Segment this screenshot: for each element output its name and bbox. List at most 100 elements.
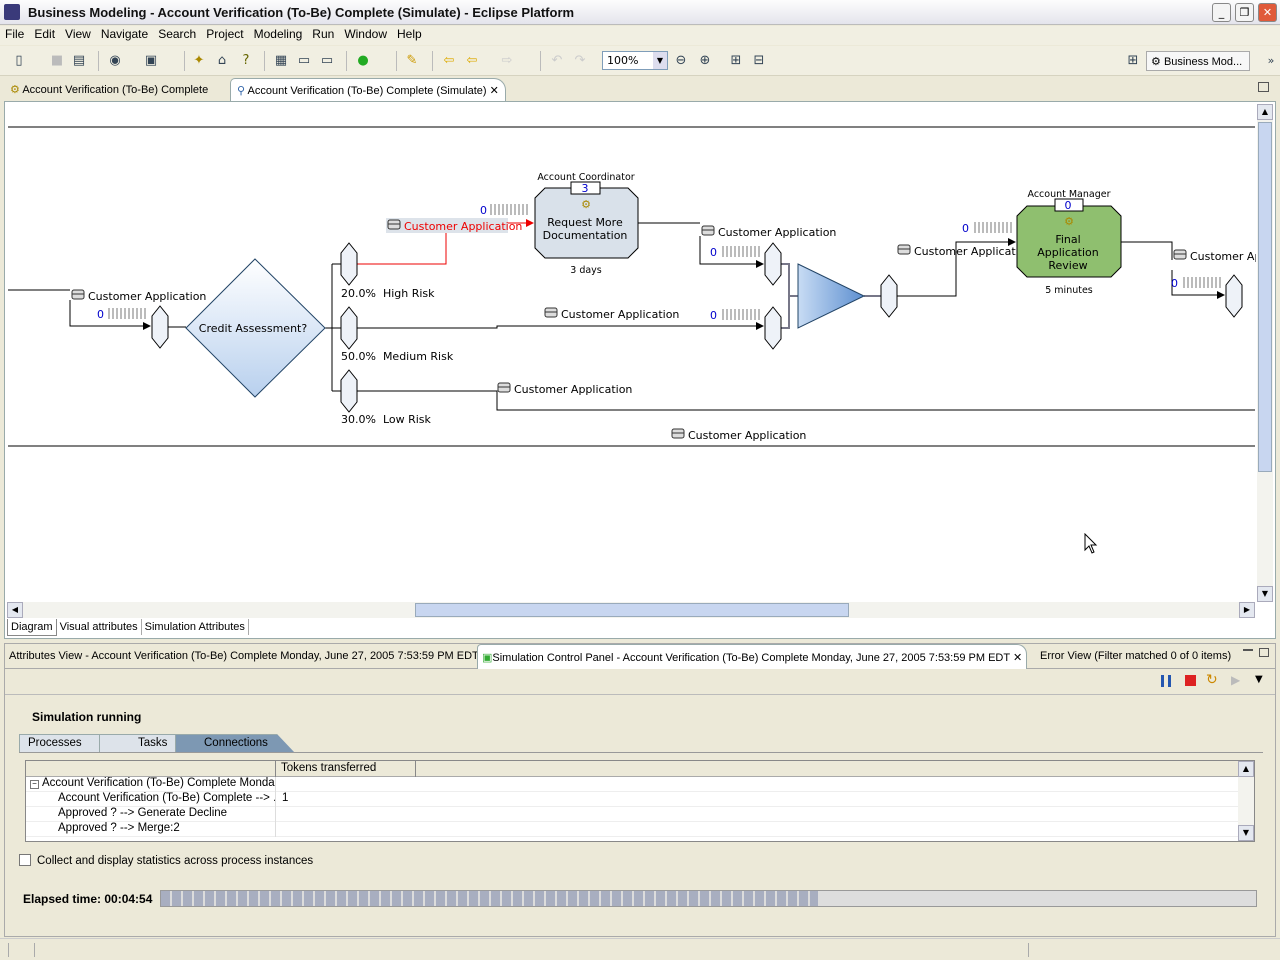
print-icon[interactable]: ▤ bbox=[70, 52, 88, 70]
back-icon[interactable]: ⇦ bbox=[463, 52, 481, 70]
view-menu-icon[interactable]: ▼ bbox=[1255, 674, 1263, 685]
simulation-progress-bar bbox=[160, 890, 1257, 907]
simulation-panel: Attributes View - Account Verification (… bbox=[4, 643, 1276, 937]
chevron-down-icon: ▼ bbox=[653, 52, 667, 69]
minimize-button[interactable]: _ bbox=[1212, 3, 1231, 22]
progress-fill bbox=[161, 891, 818, 906]
menu-project[interactable]: Project bbox=[201, 26, 248, 42]
branch-connector-medium[interactable] bbox=[340, 306, 358, 350]
tab-error-view[interactable]: Error View (Filter matched 0 of 0 items) bbox=[1036, 644, 1235, 669]
row-name: Approved ? --> Merge:2 bbox=[26, 822, 276, 837]
merge-input-connector[interactable] bbox=[764, 306, 782, 350]
menu-file[interactable]: File bbox=[0, 26, 29, 42]
process-icon[interactable]: ◉ bbox=[106, 52, 124, 70]
tab-simulation-attributes[interactable]: Simulation Attributes bbox=[142, 619, 249, 635]
menu-modeling[interactable]: Modeling bbox=[249, 26, 308, 42]
gear-icon: ⚙ bbox=[10, 84, 20, 96]
maximize-editor-icon[interactable] bbox=[1258, 82, 1269, 92]
table-row[interactable]: Approved ? --> Merge:2 bbox=[26, 822, 1254, 837]
stop-icon[interactable] bbox=[1185, 675, 1196, 686]
tab-simulation-control-panel[interactable]: ▣Simulation Control Panel - Account Veri… bbox=[477, 644, 1028, 669]
menu-window[interactable]: Window bbox=[339, 26, 392, 42]
tab-diagram[interactable]: Diagram bbox=[7, 619, 57, 636]
elapsed-time: Elapsed time: 00:04:54 bbox=[23, 892, 153, 906]
layout1-icon[interactable]: ▦ bbox=[272, 52, 290, 70]
table-row[interactable]: Approved ? --> Generate Decline bbox=[26, 807, 1254, 822]
close-tab-icon[interactable]: ✕ bbox=[1013, 652, 1022, 664]
highlight-icon[interactable]: ✎ bbox=[403, 52, 421, 70]
branch-label: 20.0% High Risk bbox=[341, 287, 435, 300]
simulation-status: Simulation running bbox=[32, 710, 142, 724]
open-perspective-icon[interactable]: ⊞ bbox=[1124, 52, 1142, 70]
view-tabs: Attributes View - Account Verification (… bbox=[5, 644, 1275, 669]
menu-help[interactable]: Help bbox=[392, 26, 427, 42]
collapse-icon[interactable]: − bbox=[30, 780, 39, 789]
back-history-icon[interactable]: ⇦ bbox=[440, 52, 458, 70]
table-row[interactable]: − Account Verification (To-Be) Complete M… bbox=[26, 777, 1254, 792]
maximize-view-icon[interactable] bbox=[1259, 648, 1269, 657]
branch-connector-low[interactable] bbox=[340, 369, 358, 413]
branch-connector-high[interactable] bbox=[340, 242, 358, 286]
menu-view[interactable]: View bbox=[60, 26, 96, 42]
perspective-business-modeling[interactable]: ⚙ Business Mod... bbox=[1146, 51, 1250, 71]
tab-label: Account Verification (To-Be) Complete (S… bbox=[247, 85, 487, 97]
more-perspectives[interactable]: » bbox=[1262, 52, 1280, 70]
run-simulation-icon[interactable]: ● bbox=[354, 52, 372, 70]
minimize-view-icon[interactable] bbox=[1243, 649, 1253, 651]
connection-label: Customer App bbox=[1190, 250, 1256, 263]
forward-icon[interactable]: ⇨ bbox=[498, 52, 516, 70]
step-icon[interactable]: ↻ bbox=[1206, 672, 1218, 688]
undo-icon[interactable]: ↶ bbox=[548, 52, 566, 70]
help-icon[interactable]: ? bbox=[237, 52, 255, 70]
maximize-button[interactable]: ❐ bbox=[1235, 3, 1254, 22]
token-count: 0 bbox=[710, 309, 717, 322]
layout3-icon[interactable]: ▭ bbox=[318, 52, 336, 70]
column-header-tokens[interactable]: Tokens transferred bbox=[276, 761, 416, 777]
table-scrollbar[interactable]: ▲ ▼ bbox=[1238, 761, 1254, 841]
collect-statistics-checkbox[interactable]: Collect and display statistics across pr… bbox=[19, 854, 313, 867]
wand-icon[interactable]: ✦ bbox=[190, 52, 208, 70]
tab-editor-simulate[interactable]: ⚲ Account Verification (To-Be) Complete … bbox=[230, 78, 506, 101]
menu-search[interactable]: Search bbox=[153, 26, 201, 42]
task-name: Final bbox=[1055, 233, 1080, 246]
input-connector[interactable] bbox=[151, 305, 169, 349]
menu-run[interactable]: Run bbox=[307, 26, 339, 42]
zoom-in-icon[interactable]: ⊕ bbox=[696, 52, 714, 70]
save-icon[interactable]: ■ bbox=[48, 52, 66, 70]
new-icon[interactable]: ▯ bbox=[10, 52, 28, 70]
table-row[interactable]: Account Verification (To-Be) Complete --… bbox=[26, 792, 1254, 807]
zoom-out-icon[interactable]: ⊖ bbox=[672, 52, 690, 70]
tab-editor-complete[interactable]: ⚙ Account Verification (To-Be) Complete bbox=[4, 78, 214, 101]
menu-navigate[interactable]: Navigate bbox=[96, 26, 153, 42]
column-header-name[interactable] bbox=[26, 761, 276, 777]
diagram-canvas[interactable]: Customer Application 0 Credit Assessment… bbox=[8, 103, 1256, 603]
collapse-icon[interactable]: ⊟ bbox=[750, 52, 768, 70]
pause-icon[interactable] bbox=[1161, 675, 1171, 687]
tab-visual-attributes[interactable]: Visual attributes bbox=[57, 619, 142, 635]
merge-output-connector[interactable] bbox=[880, 274, 898, 318]
vertical-scrollbar[interactable]: ▲ ▼ bbox=[1257, 104, 1273, 602]
zoom-select[interactable]: 100% ▼ bbox=[602, 51, 668, 70]
token-count: 0 bbox=[1171, 277, 1178, 290]
merge-node[interactable] bbox=[797, 263, 866, 329]
menu-edit[interactable]: Edit bbox=[29, 26, 60, 42]
catalog-icon[interactable]: ▣ bbox=[142, 52, 160, 70]
close-button[interactable]: ✕ bbox=[1258, 3, 1277, 22]
business-item-icon bbox=[897, 244, 911, 255]
connection-label: Customer Application bbox=[914, 245, 1032, 258]
tab-connections[interactable]: Connections bbox=[175, 734, 295, 753]
close-tab-icon[interactable]: ✕ bbox=[490, 85, 499, 97]
horizontal-scrollbar[interactable]: ◀ ▶ bbox=[7, 602, 1255, 618]
connection-medium[interactable] bbox=[357, 322, 764, 330]
layout2-icon[interactable]: ▭ bbox=[295, 52, 313, 70]
expand-icon[interactable]: ⊞ bbox=[727, 52, 745, 70]
tab-attributes-view[interactable]: Attributes View - Account Verification (… bbox=[5, 644, 483, 669]
checkbox[interactable] bbox=[19, 854, 31, 866]
redo-icon[interactable]: ↷ bbox=[571, 52, 589, 70]
build-icon[interactable]: ⌂ bbox=[213, 52, 231, 70]
output-connector[interactable] bbox=[1225, 274, 1243, 318]
play-icon[interactable]: ▶ bbox=[1231, 673, 1240, 687]
business-item-icon bbox=[701, 225, 715, 236]
connection-low[interactable] bbox=[357, 390, 1255, 411]
merge-input-connector[interactable] bbox=[764, 242, 782, 286]
